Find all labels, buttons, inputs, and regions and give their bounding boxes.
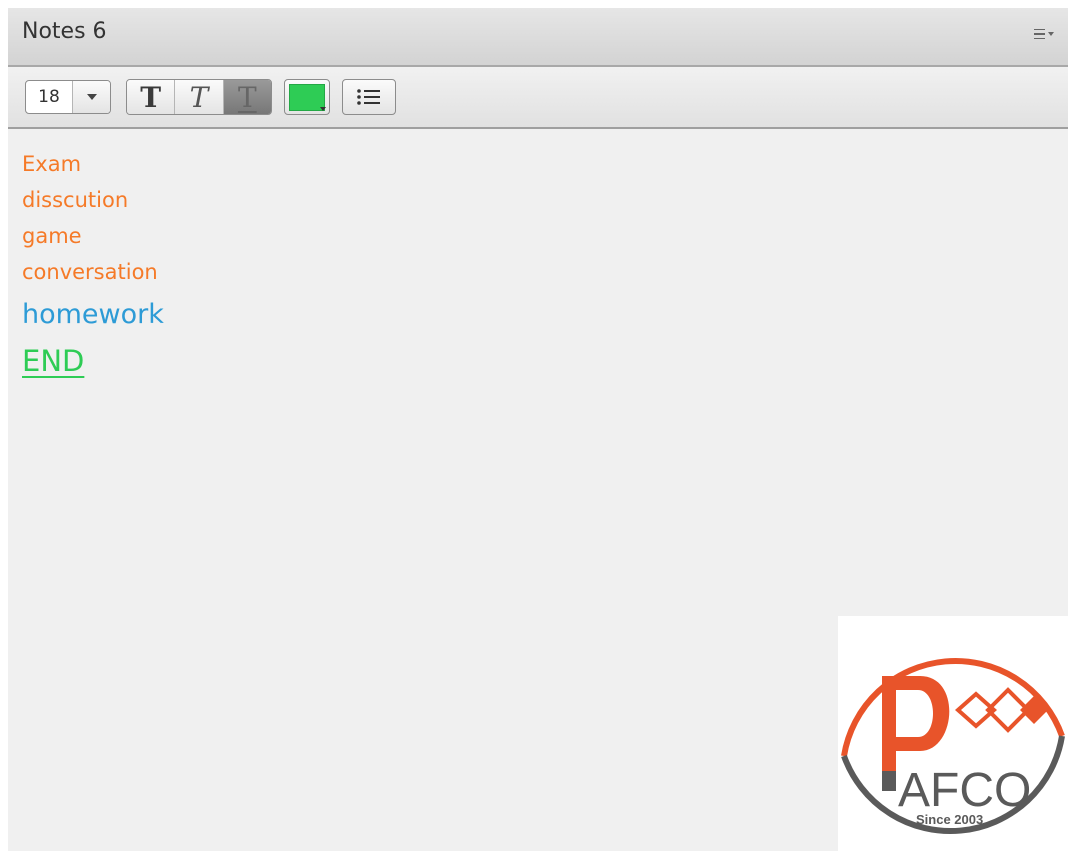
hamburger-menu-icon — [1034, 28, 1045, 40]
chevron-down-icon — [86, 94, 97, 100]
bold-button[interactable]: T — [127, 80, 176, 114]
pod-options-menu-button[interactable] — [1030, 24, 1058, 44]
note-line: disscution — [22, 188, 129, 212]
note-line: Exam — [22, 152, 82, 176]
note-line: END — [22, 344, 85, 378]
caret-down-icon — [1048, 32, 1054, 36]
text-style-group: T T T — [126, 79, 272, 115]
text-color-picker-button[interactable] — [284, 79, 330, 115]
font-size-dropdown[interactable]: 18 — [25, 80, 111, 114]
underline-button[interactable]: T — [223, 80, 271, 114]
note-line: conversation — [22, 260, 158, 284]
italic-button[interactable]: T — [175, 80, 224, 114]
bulleted-list-icon — [357, 89, 380, 105]
logo-tagline: Since 2003 — [916, 812, 983, 827]
pafco-logo: AFCO Since 2003 — [838, 616, 1068, 851]
font-size-dropdown-arrow[interactable] — [72, 81, 110, 113]
note-line: homework — [22, 299, 164, 330]
caret-down-icon — [320, 107, 326, 111]
logo-text: AFCO — [898, 764, 1031, 817]
font-size-value: 18 — [38, 87, 60, 107]
pod-title-bar: Notes 6 — [8, 8, 1068, 67]
note-line: game — [22, 224, 82, 248]
pafco-logo-graphic: AFCO Since 2003 — [841, 657, 1065, 835]
notes-text-area[interactable]: Exam disscution game conversation homewo… — [22, 146, 1052, 384]
formatting-toolbar: 18 T T T — [8, 67, 1068, 129]
pod-title: Notes 6 — [22, 19, 107, 44]
bullet-list-button[interactable] — [342, 79, 396, 115]
